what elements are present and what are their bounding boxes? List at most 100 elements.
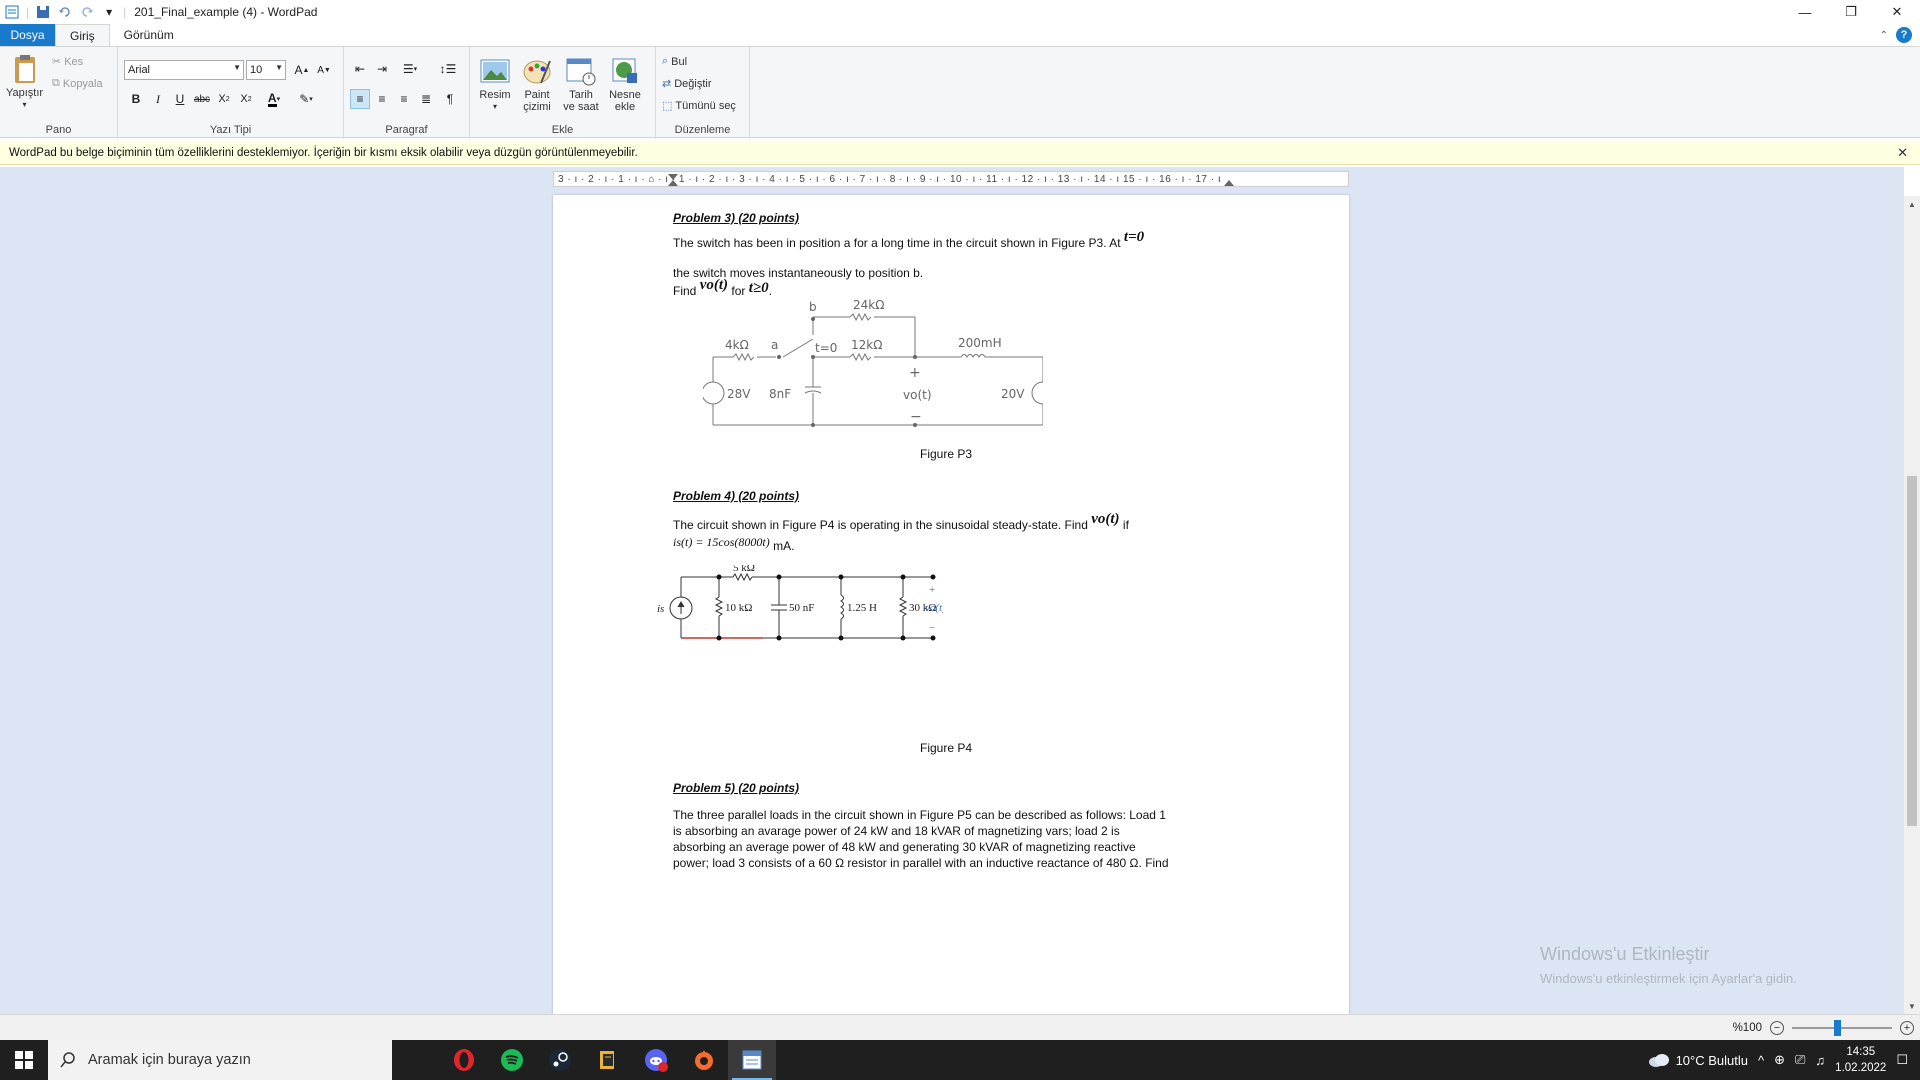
start-button[interactable] [0,1040,48,1080]
problem-4-line-2: is(t) = 15cos(8000t) mA. [673,535,795,553]
replace-button[interactable]: ⇄ Değiştir [662,77,712,91]
document-workspace[interactable]: 3 · ı · 2 · ı · 1 · ı · ⌂ · ı · 1 · ı · … [0,167,1904,1014]
align-left-button[interactable]: ≡ [350,89,370,109]
meet-now-icon[interactable]: ⊕ [1774,1052,1785,1068]
zoom-slider[interactable] [1792,1019,1892,1036]
decrease-indent-button[interactable]: ⇤ [350,59,370,79]
p3-label-vout: vo(t) [903,388,932,402]
origin-icon[interactable] [680,1040,728,1080]
font-size-select[interactable]: 10 ▼ [246,60,286,80]
paste-button[interactable]: Yapıştır ▾ [6,53,43,111]
p4-label-plus: + [929,584,935,596]
align-center-button[interactable]: ≡ [372,89,392,109]
steam-icon[interactable] [536,1040,584,1080]
p4-label-cap: 50 nF [789,602,814,614]
chevron-up-icon[interactable]: ^ [1758,1053,1764,1068]
tab-dosya[interactable]: Dosya [0,24,55,46]
underline-button[interactable]: U [170,89,190,109]
font-color-button[interactable]: A ▾ [260,89,288,109]
insert-picture-button[interactable]: Resim ▾ [478,55,512,113]
window-title: 201_Final_example (4) - WordPad [134,5,318,19]
select-all-button[interactable]: ⬚ Tümünü seç [662,99,736,113]
group-editing: ⌕ Bul ⇄ Değiştir ⬚ Tümünü seç Düzenleme [656,47,750,139]
clock[interactable]: 14:35 1.02.2022 [1835,1044,1886,1076]
justify-button[interactable]: ≣ [416,89,436,109]
group-paragraph: ⇤ ⇥ ☰ ▾ ↕☰ ≡ ≡ ≡ ≣ ¶ Paragraf [344,47,470,139]
bold-button[interactable]: B [126,89,146,109]
cut-button[interactable]: ✂ Kes [52,55,83,69]
insert-object-button[interactable]: Nesne ekle [606,55,644,113]
zoom-in-button[interactable]: + [1900,1020,1914,1035]
weather-widget[interactable]: 10°C Bulutlu [1648,1053,1748,1068]
discord-icon[interactable] [632,1040,680,1080]
figure-p3-circuit: 4kΩ a b t=0 24kΩ 12kΩ 200mH 28V 8nF vo(t… [703,298,1043,427]
search-icon [60,1052,75,1068]
copy-button[interactable]: ⧉ Kopyala [52,77,103,90]
group-label-editing: Düzenleme [674,124,731,136]
scroll-up-icon[interactable]: ▲ [1904,196,1920,212]
network-icon[interactable]: ⎚ [1795,1052,1805,1068]
chevron-down-icon: ▼ [275,63,283,72]
p3-label-cap: 8nF [769,387,791,401]
highlight-button[interactable]: ✎ ▾ [292,89,320,109]
restore-button[interactable]: ❐ [1828,0,1874,24]
wordpad-app-icon[interactable] [4,4,20,20]
right-indent-marker[interactable] [1224,180,1234,186]
figure-p3-caption: Figure P3 [920,447,973,461]
title-bar: | ▾ | 201_Final_example (4) - WordPad — … [0,0,1920,24]
scrollbar-thumb[interactable] [1907,476,1917,826]
p4-label-10k: 10 kΩ [725,602,752,614]
line-spacing-button[interactable]: ↕☰ [434,59,462,79]
undo-icon[interactable] [57,4,73,20]
zoom-slider-thumb[interactable] [1834,1019,1841,1036]
grow-font-button[interactable]: A ▲ [292,60,312,80]
zoom-level: %100 [1732,1021,1762,1034]
bullet-list-button[interactable]: ☰ ▾ [396,59,424,79]
minimize-button[interactable]: — [1782,0,1828,24]
replace-icon: ⇄ [662,78,672,90]
wordpad-taskbar-icon[interactable] [728,1040,776,1080]
info-bar-close-icon[interactable]: ✕ [1897,145,1908,161]
ruler[interactable]: 3 · ı · 2 · ı · 1 · ı · ⌂ · ı · 1 · ı · … [553,171,1349,187]
math-vo: vo(t) [699,277,729,293]
problem-5-line: The three parallel loads in the circuit … [673,808,1166,822]
volume-icon[interactable]: ♫ [1815,1053,1825,1068]
date-time-button[interactable]: Tarih ve saat [562,55,600,113]
align-right-button[interactable]: ≡ [394,89,414,109]
paint-drawing-button[interactable]: Paint çizimi [520,55,554,113]
shrink-font-button[interactable]: A ▼ [314,60,334,80]
collapse-ribbon-icon[interactable]: ⌃ [1880,30,1888,41]
font-family-select[interactable]: Arial ▼ [124,60,244,80]
close-button[interactable]: ✕ [1874,0,1920,24]
scroll-down-icon[interactable]: ▼ [1904,998,1920,1014]
vertical-scrollbar[interactable]: ▲ ▼ [1904,196,1920,1014]
tab-giris[interactable]: Giriş [55,24,110,46]
superscript-button[interactable]: X2 [236,89,256,109]
opera-icon[interactable] [440,1040,488,1080]
save-icon[interactable] [35,4,51,20]
strikethrough-button[interactable]: abc [192,89,212,109]
document-page[interactable]: Problem 3) (20 points) The switch has be… [553,195,1349,1014]
redo-icon[interactable] [79,4,95,20]
paste-icon [14,55,35,83]
math-p4-vo: vo(t) [1091,511,1120,527]
taskbar-search[interactable]: Aramak için buraya yazın [48,1040,392,1080]
compatibility-info-bar: WordPad bu belge biçiminin tüm özellikle… [0,141,1920,165]
p3-label-r1: 4kΩ [725,338,749,352]
watermark-title: Windows'u Etkinleştir [1540,944,1710,964]
qat-dropdown-icon[interactable]: ▾ [101,4,117,20]
notifications-icon[interactable]: ☐ [1896,1052,1908,1068]
left-indent-marker[interactable] [668,180,678,186]
increase-indent-button[interactable]: ⇥ [372,59,392,79]
p3-label-plus: + [909,365,921,381]
tab-gorunum[interactable]: Görünüm [110,24,188,46]
find-button[interactable]: ⌕ Bul [662,55,687,68]
zoom-out-button[interactable]: − [1770,1020,1784,1035]
italic-button[interactable]: I [148,89,168,109]
subscript-button[interactable]: X2 [214,89,234,109]
help-icon[interactable]: ? [1896,27,1912,43]
ribbon-tabs: Dosya Giriş Görünüm ⌃ ? [0,24,1920,46]
paragraph-button[interactable]: ¶ [440,89,460,109]
folder-icon[interactable] [584,1040,632,1080]
spotify-icon[interactable] [488,1040,536,1080]
